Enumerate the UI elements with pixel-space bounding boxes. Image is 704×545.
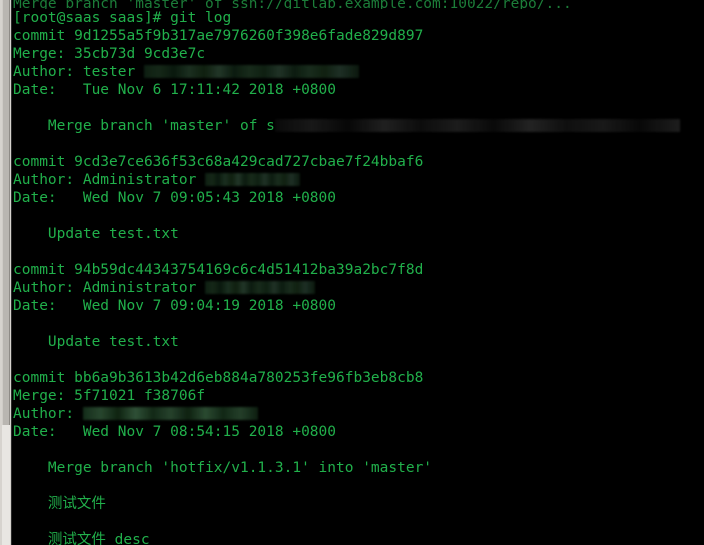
- line-text: Merge: 5f71021 f38706f: [13, 388, 206, 404]
- line-text: Merge: 35cb73d 9cd3e7c: [13, 46, 206, 62]
- line-text: Date: Wed Nov 7 09:04:19 2018 +0800: [13, 298, 337, 314]
- line-text: Date: Wed Nov 7 08:54:15 2018 +0800: [13, 424, 337, 440]
- terminal-line-message: Merge branch 'hotfix/v1.1.3.1' into 'mas…: [13, 459, 704, 477]
- terminal-line-merge: Merge: 35cb73d 9cd3e7c: [13, 45, 704, 63]
- line-text: [root@saas saas]# git log: [13, 10, 232, 26]
- cut-off-text: Merge branch 'master' of ssh://gitlab.ex…: [13, 0, 572, 9]
- terminal-line-date: Date: Wed Nov 7 09:04:19 2018 +0800: [13, 297, 704, 315]
- line-text: Author:: [13, 406, 83, 422]
- redacted-text-block: [143, 64, 359, 78]
- terminal-line-commit: commit 9cd3e7ce636f53c68a429cad727cbae7f…: [13, 153, 704, 171]
- line-text: commit 9d1255a5f9b317ae7976260f398e6fade…: [13, 28, 424, 44]
- line-text: Merge branch 'hotfix/v1.1.3.1' into 'mas…: [13, 460, 433, 476]
- redacted-text-block: [205, 280, 316, 294]
- line-text: Date: Wed Nov 7 09:05:43 2018 +0800: [13, 190, 337, 206]
- terminal-line-message: 测试文件: [13, 495, 704, 513]
- terminal-line-date: Date: Wed Nov 7 09:05:43 2018 +0800: [13, 189, 704, 207]
- line-text: Author: tester: [13, 64, 144, 80]
- line-text: Author: Administrator: [13, 280, 206, 296]
- terminal-line-message: Merge branch 'master' of s: [13, 117, 704, 135]
- scrollbar-vertical[interactable]: [0, 0, 12, 545]
- scrollbar-thumb[interactable]: [2, 0, 10, 425]
- line-text: commit bb6a9b3613b42d6eb884a780253fe96fb…: [13, 370, 424, 386]
- terminal-line-merge: Merge: 5f71021 f38706f: [13, 387, 704, 405]
- redacted-text-block: [82, 406, 258, 420]
- line-text: Merge branch 'master' of s: [13, 118, 275, 134]
- terminal-line-commit: commit 94b59dc44343754169c6c4d51412ba39a…: [13, 261, 704, 279]
- terminal-line-author: Author:: [13, 405, 704, 423]
- terminal-line-author: Author: tester: [13, 63, 704, 81]
- terminal-line-date: Date: Tue Nov 6 17:11:42 2018 +0800: [13, 81, 704, 99]
- line-text: 测试文件 desc: [13, 532, 150, 545]
- terminal-line-commit: commit 9d1255a5f9b317ae7976260f398e6fade…: [13, 27, 704, 45]
- terminal-line-message: 测试文件 desc: [13, 531, 704, 545]
- line-text: Author: Administrator: [13, 172, 206, 188]
- terminal-line-cut-off: Merge branch 'master' of ssh://gitlab.ex…: [13, 0, 704, 9]
- redacted-text-block: [205, 172, 301, 186]
- line-text: commit 94b59dc44343754169c6c4d51412ba39a…: [13, 262, 424, 278]
- line-text: Date: Tue Nov 6 17:11:42 2018 +0800: [13, 82, 337, 98]
- line-text: 测试文件: [13, 496, 106, 512]
- terminal-window: Merge branch 'master' of ssh://gitlab.ex…: [0, 0, 704, 545]
- terminal-output[interactable]: Merge branch 'master' of ssh://gitlab.ex…: [13, 0, 704, 545]
- terminal-line-author: Author: Administrator: [13, 279, 704, 297]
- line-text: commit 9cd3e7ce636f53c68a429cad727cbae7f…: [13, 154, 424, 170]
- line-text: Update test.txt: [13, 226, 179, 242]
- terminal-line-message: Update test.txt: [13, 225, 704, 243]
- terminal-line-prompt: [root@saas saas]# git log: [13, 9, 704, 27]
- terminal-line-message: Update test.txt: [13, 333, 704, 351]
- redacted-text-block: [274, 118, 680, 132]
- terminal-line-author: Author: Administrator: [13, 171, 704, 189]
- line-text: Update test.txt: [13, 334, 179, 350]
- terminal-line-date: Date: Wed Nov 7 08:54:15 2018 +0800: [13, 423, 704, 441]
- terminal-line-commit: commit bb6a9b3613b42d6eb884a780253fe96fb…: [13, 369, 704, 387]
